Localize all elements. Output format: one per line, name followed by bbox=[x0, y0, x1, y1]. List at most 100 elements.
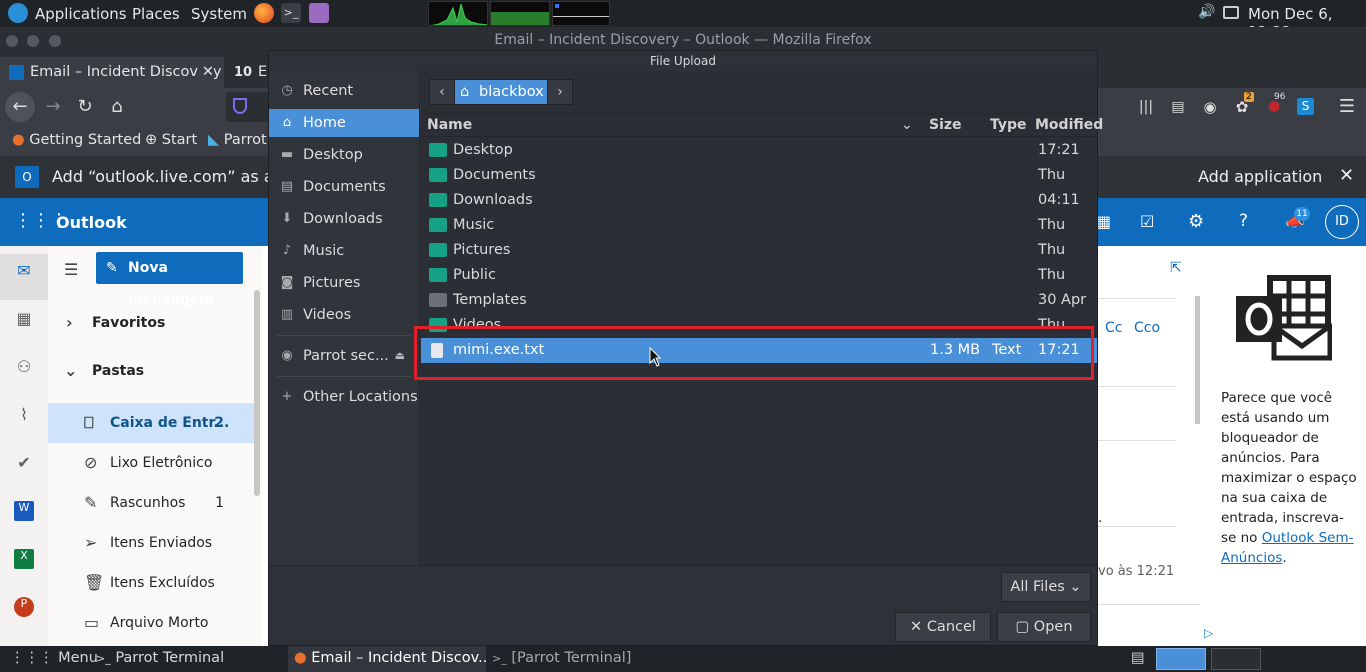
path-back-icon[interactable]: ‹ bbox=[429, 79, 455, 105]
cc-button[interactable]: Cc bbox=[1105, 320, 1122, 336]
places-menu[interactable]: Places bbox=[132, 5, 180, 23]
place-item[interactable]: ◷ Recent bbox=[269, 77, 419, 105]
minimize-window-button[interactable] bbox=[27, 35, 39, 47]
calendar-icon[interactable]: ▦ bbox=[14, 309, 34, 329]
outlook-title[interactable]: Outlook bbox=[56, 213, 127, 232]
url-bar[interactable] bbox=[226, 92, 270, 122]
attachment-icon[interactable]: ⌇ bbox=[14, 405, 34, 425]
reload-button[interactable]: ↻ bbox=[70, 92, 100, 122]
place-item[interactable]: ◙ Pictures bbox=[269, 269, 419, 297]
outlook-logo-icon bbox=[1234, 274, 1333, 362]
account-icon[interactable]: ◉ bbox=[1195, 92, 1225, 122]
home-button[interactable]: ⌂ bbox=[102, 92, 132, 122]
file-row[interactable]: Templates 30 Apr bbox=[421, 288, 1097, 313]
taskbar-item-terminal[interactable]: >_ Parrot Terminal bbox=[96, 650, 224, 666]
cco-button[interactable]: Cco bbox=[1134, 320, 1160, 336]
firefox-launcher-icon[interactable] bbox=[254, 3, 274, 23]
file-row[interactable]: Pictures Thu bbox=[421, 238, 1097, 263]
display-icon[interactable] bbox=[1223, 6, 1239, 19]
powerpoint-icon[interactable]: P bbox=[14, 597, 34, 617]
menu-icon[interactable]: ☰ bbox=[1332, 92, 1362, 122]
skype-extension-icon[interactable]: S bbox=[1297, 98, 1314, 115]
path-forward-icon[interactable]: › bbox=[547, 79, 573, 105]
avatar[interactable]: ID bbox=[1325, 205, 1359, 239]
shield-icon[interactable] bbox=[233, 98, 247, 114]
place-item[interactable]: + Other Locations bbox=[269, 383, 419, 411]
place-item[interactable]: ▤ Documents bbox=[269, 173, 419, 201]
sort-chevron-icon[interactable]: ⌄ bbox=[901, 117, 913, 133]
show-desktop-icon[interactable]: ▤ bbox=[1131, 650, 1145, 666]
system-menu[interactable]: System bbox=[191, 5, 247, 23]
word-icon[interactable]: W bbox=[14, 501, 34, 521]
bookmark-start[interactable]: ⊕ Start bbox=[145, 132, 197, 148]
place-item[interactable]: ⌂ Home bbox=[269, 109, 419, 137]
tab-second[interactable]: 10 En bbox=[228, 57, 268, 88]
place-item[interactable]: ▥ Videos bbox=[269, 301, 419, 329]
add-application-button[interactable]: Add application bbox=[1198, 167, 1322, 186]
file-row[interactable]: Documents Thu bbox=[421, 163, 1097, 188]
column-modified[interactable]: Modified bbox=[1035, 117, 1103, 133]
new-message-button[interactable]: ✎ Nova mensagem bbox=[96, 252, 243, 308]
hamburger-icon[interactable]: ☰ bbox=[64, 260, 78, 279]
close-window-button[interactable] bbox=[6, 35, 18, 47]
workspace-2[interactable] bbox=[1211, 648, 1261, 670]
people-icon[interactable]: ⚇ bbox=[14, 357, 34, 377]
file-filter-select[interactable]: All Files ⌄ bbox=[1001, 572, 1091, 602]
column-name[interactable]: Name bbox=[427, 117, 472, 133]
file-row[interactable]: Music Thu bbox=[421, 213, 1097, 238]
mail-icon[interactable]: ✉ bbox=[14, 261, 34, 281]
parrot-logo-icon[interactable] bbox=[8, 3, 28, 23]
favorites-header[interactable]: › Favoritos bbox=[48, 303, 254, 343]
todo-icon[interactable]: ✔ bbox=[14, 453, 34, 473]
forward-button[interactable]: → bbox=[38, 92, 68, 122]
place-label: Recent bbox=[303, 83, 354, 99]
folder-item[interactable]: ⎕ Caixa de Entr... 2 bbox=[48, 403, 254, 443]
file-row[interactable]: Downloads 04:11 bbox=[421, 188, 1097, 213]
close-tab-icon[interactable]: ✕ bbox=[197, 57, 214, 88]
workspace-switcher[interactable] bbox=[1156, 648, 1206, 670]
folder-item[interactable]: ➢ Itens Enviados bbox=[48, 523, 254, 563]
folder-scrollbar[interactable] bbox=[254, 290, 260, 496]
folder-item[interactable]: ✎ Rascunhos 1 bbox=[48, 483, 254, 523]
bookmark-parrot[interactable]: ◣ Parrot bbox=[208, 132, 267, 148]
open-button[interactable]: ▢ Open bbox=[997, 612, 1091, 642]
file-row[interactable]: Public Thu bbox=[421, 263, 1097, 288]
excel-icon[interactable]: X bbox=[14, 549, 34, 569]
library-icon[interactable]: ||| bbox=[1131, 92, 1161, 122]
volume-icon[interactable]: 🔊 bbox=[1198, 4, 1215, 20]
sidebar-icon[interactable]: ▤ bbox=[1163, 92, 1193, 122]
file-modified: Thu bbox=[1038, 167, 1066, 183]
ad-choices-icon[interactable]: ▷ bbox=[1204, 626, 1213, 640]
file-row[interactable]: Desktop 17:21 bbox=[421, 138, 1097, 163]
tasks-icon[interactable]: ☑ bbox=[1140, 212, 1154, 231]
text-editor-launcher-icon[interactable] bbox=[309, 3, 329, 23]
applications-menu[interactable]: Applications bbox=[35, 5, 127, 23]
cancel-button[interactable]: ✕ Cancel bbox=[895, 612, 991, 642]
folders-header[interactable]: ⌄ Pastas bbox=[48, 351, 254, 391]
column-size[interactable]: Size bbox=[929, 117, 962, 133]
back-button[interactable]: ← bbox=[5, 92, 35, 122]
place-item[interactable]: ⬇ Downloads bbox=[269, 205, 419, 233]
eject-icon[interactable]: ⏏ bbox=[395, 342, 405, 370]
folder-label: Lixo Eletrônico bbox=[110, 455, 213, 471]
settings-icon[interactable]: ⚙ bbox=[1188, 211, 1204, 232]
folder-item[interactable]: ▭ Arquivo Morto bbox=[48, 603, 254, 643]
folder-item[interactable]: 🗑 Itens Excluídos bbox=[48, 563, 254, 603]
terminal-launcher-icon[interactable]: >_ bbox=[281, 3, 301, 23]
taskbar-item-terminal-2[interactable]: >_ [Parrot Terminal] bbox=[492, 650, 631, 666]
place-item[interactable]: ♪ Music bbox=[269, 237, 419, 265]
calendar-view-icon[interactable]: ▦ bbox=[1096, 212, 1111, 231]
path-home-button[interactable]: ⌂ blackbox bbox=[454, 79, 548, 105]
place-item[interactable]: ▬ Desktop bbox=[269, 141, 419, 169]
tab-email[interactable]: Email – Incident Discovery ✕ bbox=[0, 57, 224, 88]
bookmark-getting-started[interactable]: ● Getting Started bbox=[12, 132, 141, 148]
place-item[interactable]: ◉ Parrot sec... ⏏ bbox=[269, 342, 419, 370]
start-menu-button[interactable]: ⋮⋮⋮ Menu bbox=[10, 650, 98, 666]
close-notification-icon[interactable]: ✕ bbox=[1339, 165, 1354, 186]
taskbar-item-firefox[interactable]: ● Email – Incident Discov... bbox=[288, 646, 486, 672]
popout-icon[interactable]: ⇱ bbox=[1170, 260, 1182, 276]
folder-item[interactable]: ⊘ Lixo Eletrônico bbox=[48, 443, 254, 483]
column-type[interactable]: Type bbox=[990, 117, 1027, 133]
help-icon[interactable]: ? bbox=[1239, 211, 1248, 231]
maximize-window-button[interactable] bbox=[49, 35, 61, 47]
